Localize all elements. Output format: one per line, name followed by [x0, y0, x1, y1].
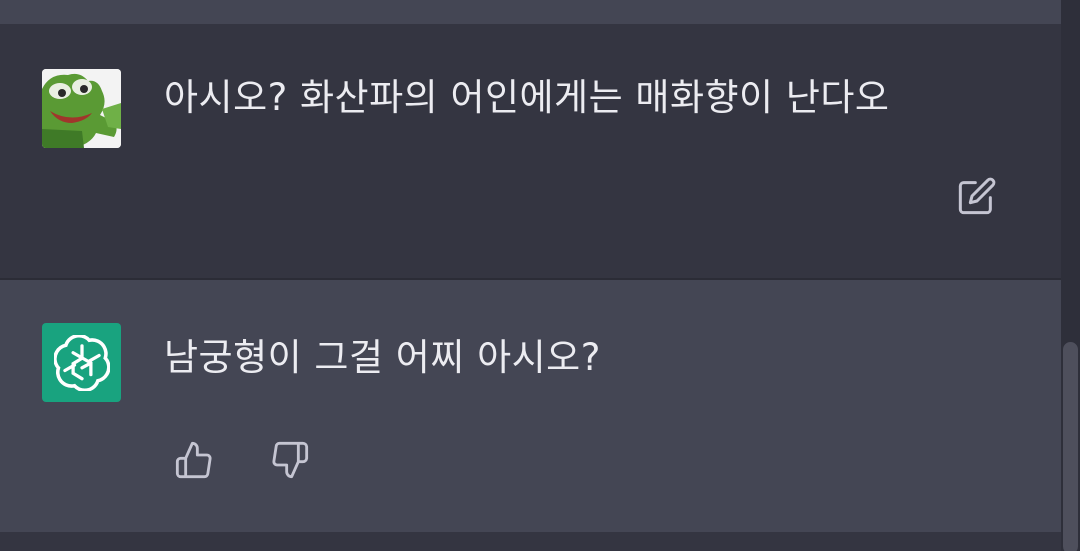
next-message-strip: [0, 532, 1061, 551]
assistant-message-row: [0, 280, 1061, 532]
thumbs-up-icon: [175, 441, 212, 479]
chat-page: 아시오? 화산파의 어인에게는 매화향이 난다오 남궁형이 그걸 어찌 아시오?: [0, 0, 1080, 551]
thumbs-down-icon: [272, 441, 309, 479]
user-avatar: [42, 69, 121, 148]
thumbs-down-button[interactable]: [264, 434, 316, 486]
scrollbar-thumb[interactable]: [1063, 342, 1078, 551]
edit-icon: [958, 177, 996, 215]
thumbs-up-button[interactable]: [168, 434, 220, 486]
assistant-avatar: [42, 323, 121, 402]
edit-message-button[interactable]: [953, 172, 1001, 220]
assistant-message-text: 남궁형이 그걸 어찌 아시오?: [164, 336, 601, 379]
user-message-row: [0, 24, 1061, 279]
openai-logo-icon: [53, 334, 110, 391]
user-message-text: 아시오? 화산파의 어인에게는 매화향이 난다오: [164, 76, 890, 119]
previous-message-strip: [0, 0, 1061, 24]
frog-avatar-icon: [42, 69, 121, 148]
